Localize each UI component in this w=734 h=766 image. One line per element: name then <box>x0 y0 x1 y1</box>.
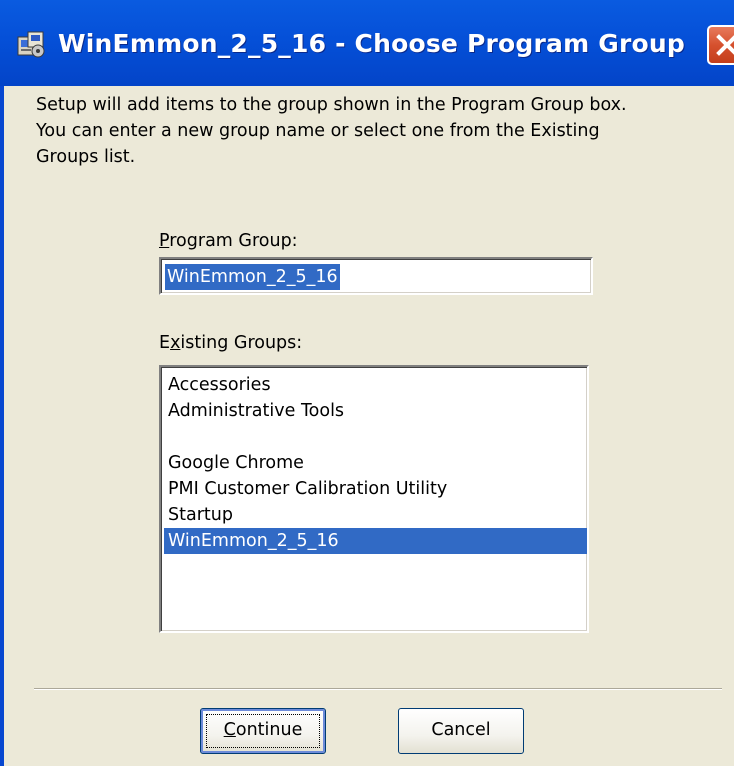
continue-accel: C <box>223 720 236 740</box>
cancel-button-label: Cancel <box>431 720 491 740</box>
program-group-value[interactable]: WinEmmon_2_5_16 <box>164 263 341 291</box>
list-item-google-chrome[interactable]: Google Chrome <box>164 450 587 476</box>
list-item-startup[interactable]: Startup <box>164 502 587 528</box>
program-group-input[interactable]: WinEmmon_2_5_16 <box>159 257 593 295</box>
close-icon <box>716 34 734 56</box>
existing-groups-label-accel: x <box>170 333 181 353</box>
instructions-line-2: You can enter a new group name or select… <box>36 121 600 141</box>
list-item-blank[interactable] <box>164 424 587 450</box>
existing-groups-label-pre: E <box>159 333 171 353</box>
continue-button-label: Continue <box>224 720 303 740</box>
list-item-administrative-tools[interactable]: Administrative Tools <box>164 398 587 424</box>
program-group-label-text: rogram Group: <box>169 231 298 251</box>
existing-groups-label: Existing Groups: <box>159 332 302 354</box>
close-button[interactable] <box>707 25 734 65</box>
instructions-text: Setup will add items to the group shown … <box>36 92 716 170</box>
window-title: WinEmmon_2_5_16 - Choose Program Group <box>58 29 685 58</box>
list-item-accessories[interactable]: Accessories <box>164 372 587 398</box>
program-group-label: Program Group: <box>159 230 298 252</box>
list-item-winemmon-selected[interactable]: WinEmmon_2_5_16 <box>164 528 587 554</box>
instructions-line-1: Setup will add items to the group shown … <box>36 95 627 115</box>
setup-dialog: WinEmmon_2_5_16 - Choose Program Group S… <box>0 0 734 766</box>
separator-line <box>34 688 722 690</box>
existing-groups-list[interactable]: Accessories Administrative Tools Google … <box>159 365 589 633</box>
window-frame-left <box>0 86 4 766</box>
cancel-button[interactable]: Cancel <box>398 708 524 754</box>
existing-groups-label-text: isting Groups: <box>180 333 303 353</box>
program-group-label-accel: P <box>159 231 170 251</box>
title-bar[interactable]: WinEmmon_2_5_16 - Choose Program Group <box>0 0 734 86</box>
continue-text: ontinue <box>235 720 303 740</box>
list-item-pmi-calibration-utility[interactable]: PMI Customer Calibration Utility <box>164 476 587 502</box>
instructions-line-3: Groups list. <box>36 147 136 167</box>
setup-icon <box>16 29 46 59</box>
continue-button[interactable]: Continue <box>200 708 326 754</box>
